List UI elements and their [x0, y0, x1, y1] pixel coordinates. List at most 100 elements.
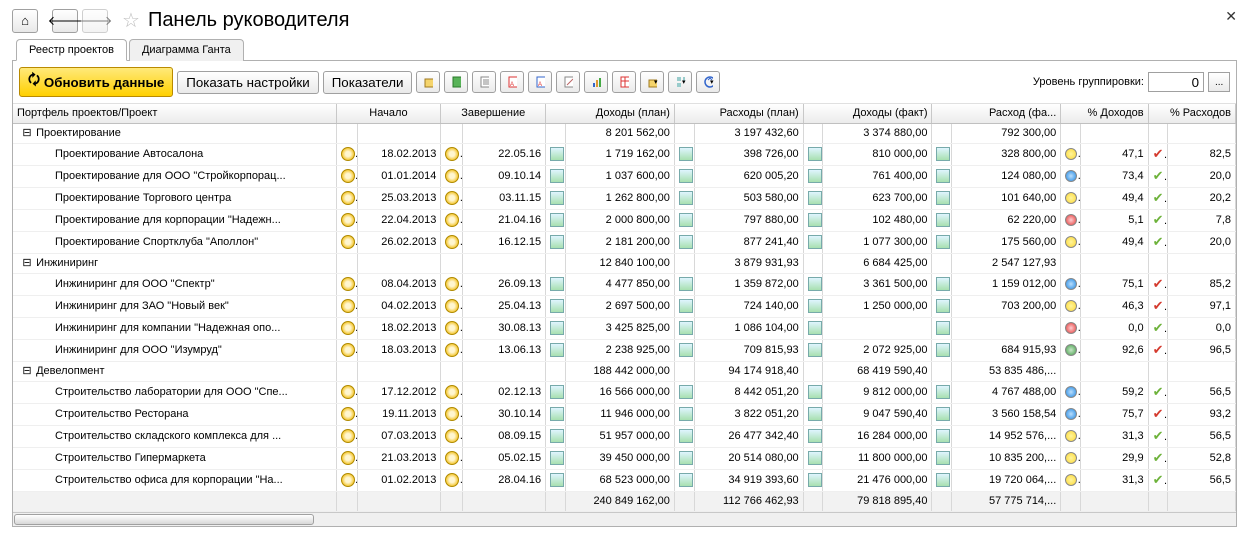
project-row[interactable]: Инжиниринг для компании "Надежная опо...…	[13, 318, 1236, 340]
horizontal-scrollbar[interactable]	[13, 512, 1236, 526]
project-row[interactable]: Проектирование Торгового центра25.03.201…	[13, 188, 1236, 210]
collapse-icon[interactable]: ⊟	[21, 124, 33, 143]
toolbar-icon-10[interactable]: ▾	[668, 71, 692, 93]
svg-text:A: A	[510, 82, 514, 88]
project-row[interactable]: Строительство офиса для корпорации "На..…	[13, 470, 1236, 492]
close-button[interactable]: ✕	[1225, 8, 1237, 25]
project-row[interactable]: Строительство Гипермаркета21.03.201305.0…	[13, 448, 1236, 470]
collapse-icon[interactable]: ⊟	[21, 254, 33, 273]
toolbar-icon-7[interactable]	[584, 71, 608, 93]
col-expense-plan[interactable]: Расходы (план)	[674, 104, 803, 124]
col-income-fact[interactable]: Доходы (факт)	[803, 104, 932, 124]
back-button[interactable]: 🡐	[52, 9, 78, 33]
project-row[interactable]: Инжиниринг для ООО "Спектр"08.04.201326.…	[13, 274, 1236, 296]
doc-icon	[550, 343, 564, 357]
group-row[interactable]: ⊟ Инжиниринг12 840 100,003 879 931,936 6…	[13, 254, 1236, 274]
toolbar-icon-8[interactable]	[612, 71, 636, 93]
doc-icon	[808, 299, 822, 313]
doc-icon	[550, 169, 564, 183]
doc-icon	[936, 429, 950, 443]
toolbar-icon-3[interactable]	[472, 71, 496, 93]
doc-icon	[936, 385, 950, 399]
doc-icon	[808, 321, 822, 335]
group-level-picker-button[interactable]: ...	[1208, 72, 1230, 92]
project-row[interactable]: Проектирование для корпорации "Надежн...…	[13, 210, 1236, 232]
col-pct-expense[interactable]: % Расходов	[1148, 104, 1235, 124]
doc-icon	[936, 147, 950, 161]
doc-icon	[936, 235, 950, 249]
doc-icon	[679, 451, 693, 465]
clock-icon	[341, 343, 355, 357]
project-row[interactable]: Строительство лаборатории для ООО "Спе..…	[13, 382, 1236, 404]
tab-registry[interactable]: Реестр проектов	[16, 39, 127, 61]
doc-icon	[550, 213, 564, 227]
doc-icon	[808, 235, 822, 249]
group-level-input[interactable]	[1148, 72, 1204, 92]
doc-icon	[808, 343, 822, 357]
forward-button[interactable]: 🡒	[82, 9, 108, 33]
doc-icon	[550, 147, 564, 161]
indicators-button[interactable]: Показатели	[323, 71, 413, 94]
doc-icon	[550, 277, 564, 291]
check-icon: ✔	[1153, 168, 1168, 183]
group-row[interactable]: ⊟ Проектирование8 201 562,003 197 432,60…	[13, 124, 1236, 144]
show-settings-button[interactable]: Показать настройки	[177, 71, 318, 94]
clock-icon	[445, 321, 459, 335]
col-expense-fact[interactable]: Расход (фа...	[932, 104, 1061, 124]
doc-icon	[808, 169, 822, 183]
clock-icon	[341, 277, 355, 291]
doc-icon	[550, 191, 564, 205]
doc-icon	[679, 343, 693, 357]
doc-icon	[808, 451, 822, 465]
toolbar-icon-2[interactable]	[444, 71, 468, 93]
doc-icon	[936, 473, 950, 487]
tab-gantt[interactable]: Диаграмма Ганта	[129, 39, 244, 61]
toolbar-icon-11[interactable]: ▾	[696, 71, 720, 93]
col-end[interactable]: Завершение	[441, 104, 546, 124]
home-button[interactable]: ⌂	[12, 9, 38, 33]
clock-icon	[445, 451, 459, 465]
doc-icon	[679, 191, 693, 205]
check-icon: ✔	[1153, 146, 1168, 161]
doc-icon	[936, 407, 950, 421]
project-row[interactable]: Инжиниринг для ООО "Изумруд"18.03.201313…	[13, 340, 1236, 362]
toolbar-icon-9[interactable]: ▾	[640, 71, 664, 93]
doc-icon	[936, 213, 950, 227]
clock-icon	[341, 473, 355, 487]
toolbar-icon-4[interactable]: A	[500, 71, 524, 93]
project-row[interactable]: Инжиниринг для ЗАО "Новый век"04.02.2013…	[13, 296, 1236, 318]
status-led-icon	[1065, 408, 1077, 420]
clock-icon	[341, 213, 355, 227]
doc-icon	[936, 451, 950, 465]
check-icon: ✔	[1153, 190, 1168, 205]
clock-icon	[445, 429, 459, 443]
clock-icon	[341, 429, 355, 443]
clock-icon	[341, 321, 355, 335]
favorite-star-icon[interactable]: ☆	[122, 8, 140, 33]
check-icon: ✔	[1153, 298, 1168, 313]
toolbar-icon-5[interactable]: A	[528, 71, 552, 93]
project-row[interactable]: Строительство Ресторана19.11.201330.10.1…	[13, 404, 1236, 426]
project-row[interactable]: Проектирование для ООО "Стройкорпорац...…	[13, 166, 1236, 188]
project-row[interactable]: Проектирование Спортклуба "Аполлон"26.02…	[13, 232, 1236, 254]
toolbar-icon-6[interactable]	[556, 71, 580, 93]
toolbar-icon-1[interactable]	[416, 71, 440, 93]
doc-icon	[550, 321, 564, 335]
clock-icon	[445, 299, 459, 313]
check-icon: ✔	[1153, 342, 1168, 357]
doc-icon	[808, 277, 822, 291]
col-start[interactable]: Начало	[336, 104, 441, 124]
status-led-icon	[1065, 148, 1077, 160]
collapse-icon[interactable]: ⊟	[21, 362, 33, 381]
doc-icon	[550, 473, 564, 487]
group-row[interactable]: ⊟ Девелопмент188 442 000,0094 174 918,40…	[13, 362, 1236, 382]
project-row[interactable]: Проектирование Автосалона18.02.201322.05…	[13, 144, 1236, 166]
col-pct-income[interactable]: % Доходов	[1061, 104, 1148, 124]
refresh-data-button[interactable]: 🗘 Обновить данные	[19, 67, 173, 97]
doc-icon	[679, 473, 693, 487]
col-project[interactable]: Портфель проектов/Проект	[13, 104, 336, 124]
clock-icon	[341, 191, 355, 205]
status-led-icon	[1065, 430, 1077, 442]
project-row[interactable]: Строительство складского комплекса для .…	[13, 426, 1236, 448]
col-income-plan[interactable]: Доходы (план)	[546, 104, 675, 124]
